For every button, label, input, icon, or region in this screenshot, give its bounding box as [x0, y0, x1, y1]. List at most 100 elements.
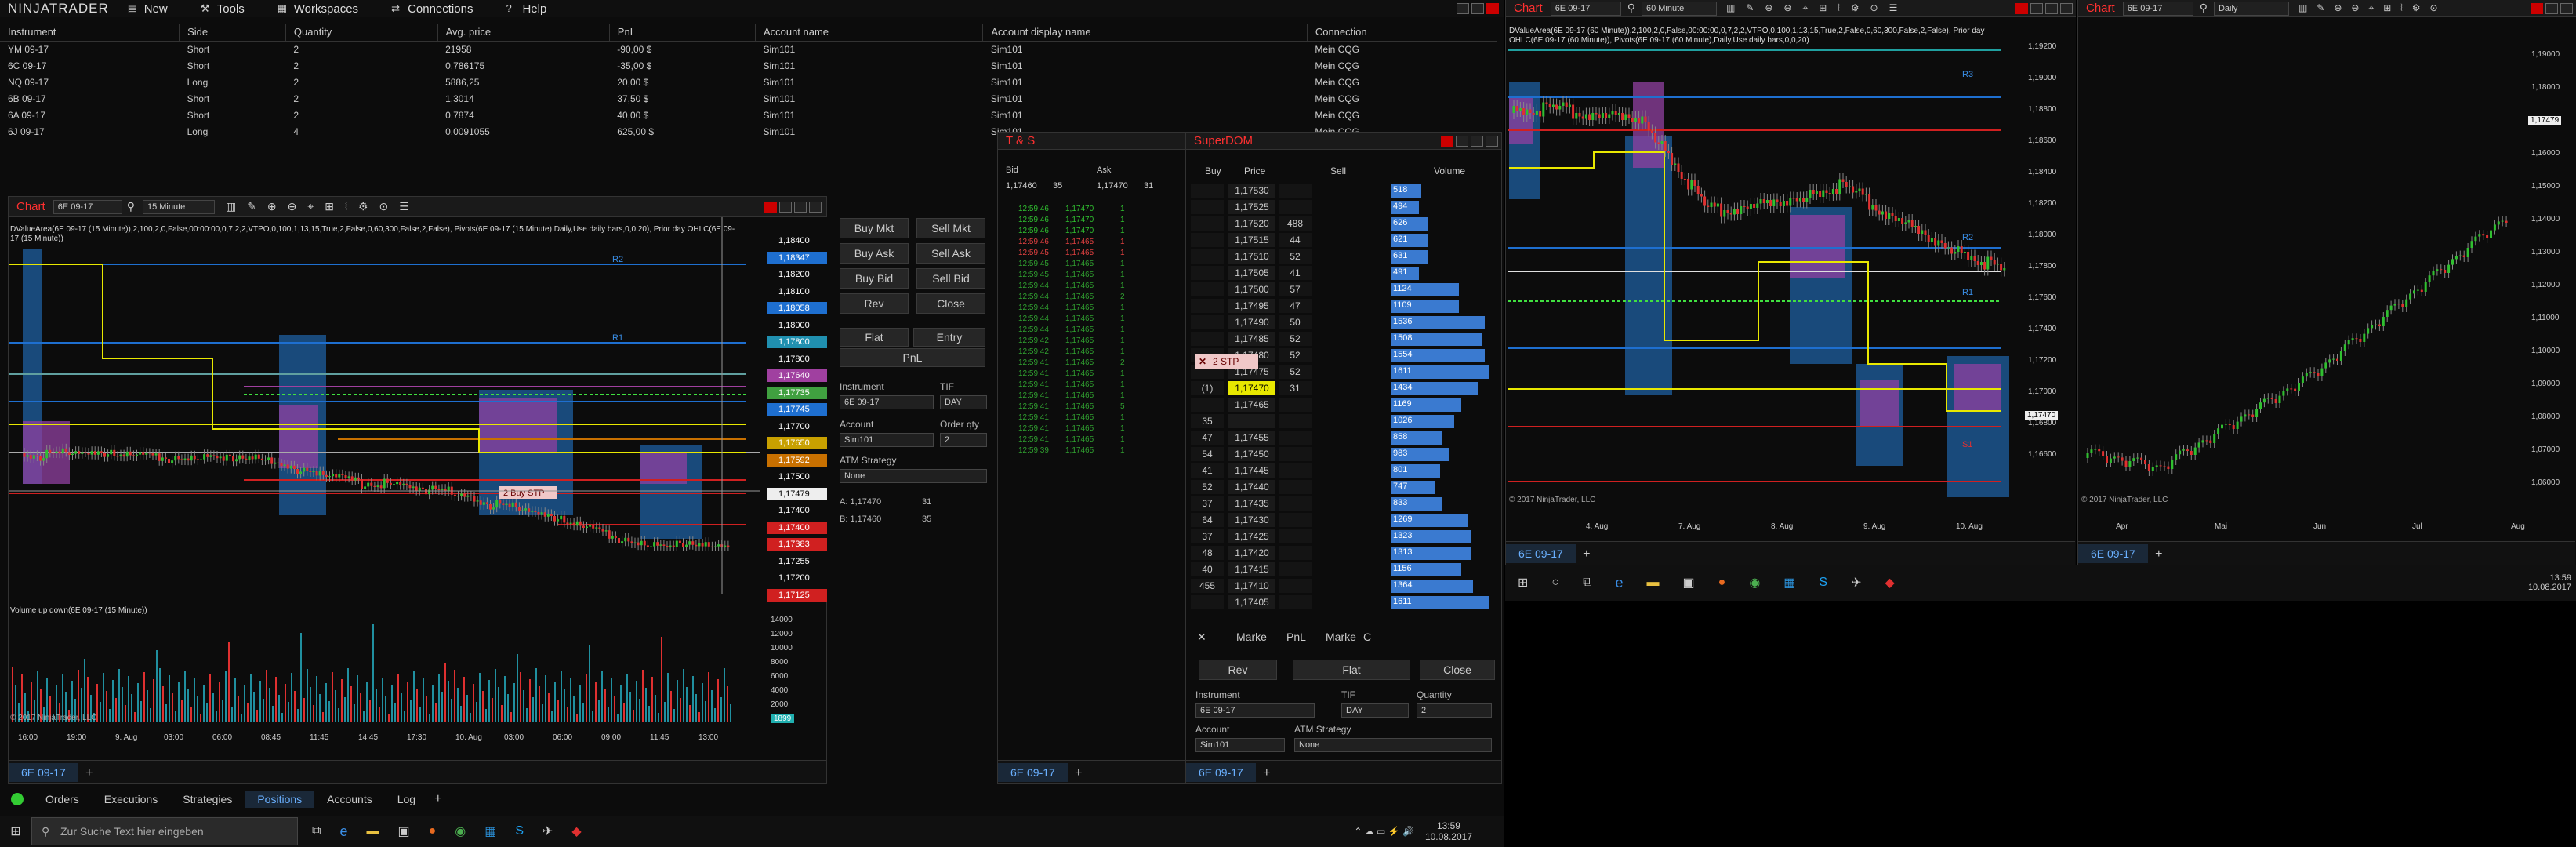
table-row[interactable]: YM 09-17 Short 2 21958 -90,00 $ Sim101 Sim101 M… [0, 41, 1497, 57]
taskview-icon-right[interactable]: ⧉ [1583, 576, 1591, 590]
dom-row[interactable]: 1,17495 47 1109 [1191, 298, 1497, 314]
start-icon-right[interactable]: ⊞ [1518, 575, 1528, 591]
chart1-interval-select[interactable]: 15 Minute [142, 199, 215, 214]
chart1-volume-plot[interactable] [9, 605, 761, 730]
rev-button[interactable]: Rev [840, 293, 909, 314]
chart1-close-button[interactable] [809, 201, 822, 213]
dom-tab[interactable]: 6E 09-17 [1186, 763, 1256, 782]
ct-account-select[interactable]: Sim101 [840, 433, 934, 447]
dom-max-button[interactable] [1471, 135, 1483, 147]
zoom-in-icon[interactable]: ⊕ [267, 200, 277, 213]
chart1-max-button[interactable] [794, 201, 807, 213]
dom-buy-cell[interactable]: 455 [1191, 579, 1224, 593]
dom-row[interactable]: 1,17525 494 [1191, 199, 1497, 216]
dom-min-button[interactable] [1456, 135, 1468, 147]
dom-add-tab-icon[interactable]: + [1263, 766, 1270, 780]
dom-row[interactable]: 1,17520 488 626 [1191, 216, 1497, 232]
dom-row[interactable]: 455 1,17410 1364 [1191, 578, 1497, 594]
dom-buy-cell[interactable] [1191, 398, 1224, 412]
chart3-add-tab-icon[interactable]: + [2155, 547, 2162, 561]
dom-instrument-select[interactable]: 6E 09-17 [1195, 703, 1315, 718]
ct-tif-select[interactable]: DAY [940, 395, 987, 409]
chart2-interval-select[interactable]: 60 Minute [1641, 1, 1717, 16]
tab-accounts[interactable]: Accounts [314, 791, 385, 808]
firefox-icon-right[interactable]: ● [1718, 576, 1726, 590]
dom-sell-cell[interactable]: 50 [1279, 315, 1312, 329]
dom-sell-cell[interactable] [1279, 200, 1312, 214]
dom-row[interactable]: 41 1,17445 801 [1191, 463, 1497, 479]
firefox-icon[interactable]: ● [429, 824, 437, 838]
chart1-link-button[interactable] [764, 201, 777, 213]
dom-buy-cell[interactable] [1191, 233, 1224, 247]
skype-icon[interactable]: S [515, 824, 524, 838]
column-header[interactable]: Quantity [285, 24, 438, 42]
dom-sell-cell[interactable] [1279, 463, 1312, 478]
chart1-instrument-select[interactable]: 6E 09-17 [53, 199, 122, 214]
dom-row[interactable]: 35 1026 [1191, 413, 1497, 430]
chrome-icon-right[interactable]: ◉ [1749, 575, 1760, 591]
dom-buy-cell[interactable]: 41 [1191, 463, 1224, 478]
dom-sell-cell[interactable] [1279, 447, 1312, 461]
indicators-icon[interactable]: ⦚ [345, 200, 347, 213]
dom-account-select[interactable]: Sim101 [1195, 738, 1285, 752]
column-header[interactable]: Instrument [0, 24, 180, 42]
store-icon-right[interactable]: ▣ [1683, 575, 1695, 591]
edge-icon-right[interactable]: e [1616, 575, 1624, 591]
drawing-tool-icon[interactable]: ✎ [247, 200, 256, 213]
dom-sell-cell[interactable] [1279, 562, 1312, 576]
app2-icon-right[interactable]: ✈ [1851, 575, 1861, 591]
dom-sell-cell[interactable] [1279, 546, 1312, 560]
table-row[interactable]: 6A 09-17 Short 2 0,7874 40,00 $ Sim101 Sim101 M… [0, 107, 1497, 123]
dom-buy-cell[interactable] [1191, 282, 1224, 296]
dom-row[interactable]: 1,17510 52 631 [1191, 249, 1497, 265]
ninjatrader-icon-right[interactable]: ◆ [1885, 575, 1895, 591]
dom-row[interactable]: 1,17500 57 1124 [1191, 282, 1497, 298]
skype-icon-right[interactable]: S [1819, 576, 1827, 590]
flat-button[interactable]: Flat [840, 328, 909, 347]
sell-ask-button[interactable]: Sell Ask [916, 243, 985, 264]
dom-flat-button[interactable]: Flat [1293, 660, 1410, 680]
dom-ladder[interactable]: 1,17530 518 1,17525 494 1,17520 488 626 1,17515… [1191, 183, 1497, 611]
chart3-interval-select[interactable]: Daily [2213, 1, 2289, 16]
bar-type-icon[interactable]: ▥ [226, 200, 236, 213]
dom-sell-cell[interactable]: 41 [1279, 266, 1312, 280]
dom-market-sell[interactable]: Marke [1326, 631, 1356, 643]
dom-buy-cell[interactable] [1191, 200, 1224, 214]
chart1-time-axis[interactable]: 16:00 19:00 9. Aug 03:00 06:00 08:45 11:45 14:4… [9, 732, 761, 744]
column-header[interactable]: PnL [609, 24, 756, 42]
dom-row[interactable]: 1,17405 1611 [1191, 594, 1497, 611]
tab-log[interactable]: Log [385, 791, 428, 808]
dom-sell-cell[interactable]: 57 [1279, 282, 1312, 296]
dom-sell-cell[interactable] [1279, 513, 1312, 527]
dom-row[interactable]: 37 1,17425 1323 [1191, 529, 1497, 545]
menu-help[interactable]: ? Help [506, 2, 546, 16]
sell-bid-button[interactable]: Sell Bid [916, 268, 985, 289]
dom-buy-cell[interactable] [1191, 595, 1224, 609]
data-box-icon[interactable]: ⊞ [325, 200, 334, 213]
dom-row[interactable]: 37 1,17435 833 [1191, 496, 1497, 512]
dom-row[interactable]: 40 1,17415 1156 [1191, 562, 1497, 578]
chart1-tab[interactable]: 6E 09-17 [9, 763, 78, 782]
table-row[interactable]: NQ 09-17 Long 2 5886,25 20,00 $ Sim101 Sim101 M… [0, 74, 1497, 90]
dom-buy-cell[interactable]: 48 [1191, 546, 1224, 560]
chart1-price-plot[interactable]: 2 Buy STP R2 R1 [9, 217, 761, 594]
chart3-price-axis[interactable]: 1,190001,180001,170001,160001,150001,140… [2527, 19, 2575, 521]
chart2-price-axis[interactable]: 1,19200 1,19000 1,18800 1,18600 1,18400 1,182… [2023, 19, 2075, 521]
close-button[interactable] [1486, 3, 1499, 14]
ts-tab[interactable]: 6E 09-17 [998, 763, 1068, 782]
app1-icon[interactable]: ▦ [484, 823, 496, 839]
dom-sell-cell[interactable] [1279, 579, 1312, 593]
chart2-min-button[interactable] [2030, 2, 2043, 14]
chart2-link-button[interactable] [2015, 2, 2028, 14]
dom-row[interactable]: (1) 1,17470 31 1434 [1191, 380, 1497, 397]
sell-mkt-button[interactable]: Sell Mkt [916, 218, 985, 238]
chart1-price-axis[interactable]: 1,18400 1,18347 1,18200 1,18100 1,18058 1,180… [760, 217, 827, 602]
chart-trader-icon[interactable]: ⊙ [379, 200, 389, 213]
chart1-min-button[interactable] [779, 201, 792, 213]
dom-buy-cell[interactable]: 47 [1191, 431, 1224, 445]
menu-workspaces[interactable]: ▦ Workspaces [278, 2, 358, 16]
dom-buy-cell[interactable]: 52 [1191, 480, 1224, 494]
dom-link-button[interactable] [1441, 135, 1453, 147]
dom-buy-cell[interactable]: 40 [1191, 562, 1224, 576]
properties-icon[interactable]: ☰ [399, 200, 409, 213]
